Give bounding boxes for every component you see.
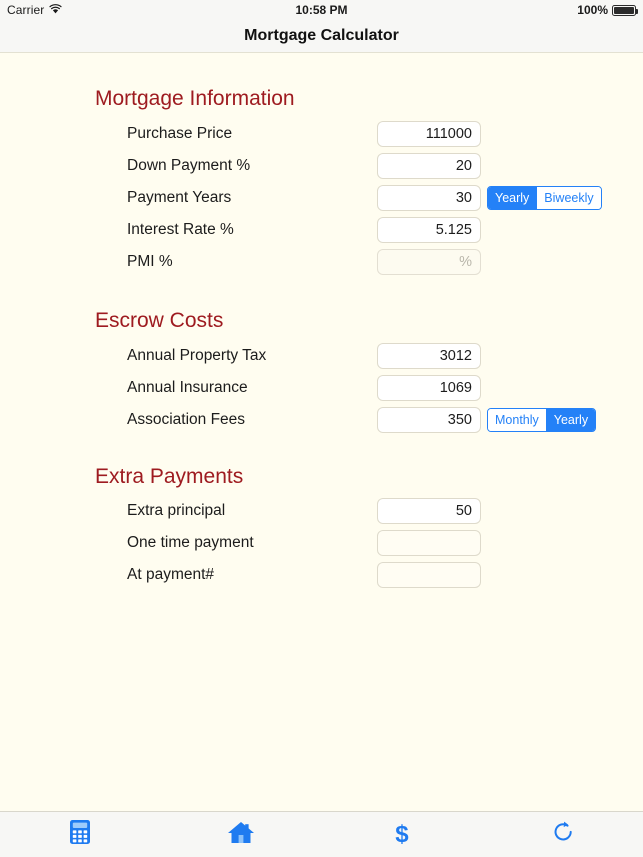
input-extra-principal[interactable]	[377, 498, 481, 524]
tab-reset[interactable]	[482, 812, 643, 857]
label-pmi: PMI %	[127, 253, 173, 270]
row-down-payment: Down Payment %	[0, 153, 643, 179]
row-payment-years: Payment Years Yearly Biweekly	[0, 185, 643, 211]
battery-full-icon	[612, 4, 638, 16]
segment-yearly[interactable]: Yearly	[488, 187, 537, 209]
segment-biweekly[interactable]: Biweekly	[536, 187, 601, 209]
input-payment-years[interactable]	[377, 185, 481, 211]
status-bar-left: Carrier	[7, 3, 62, 17]
wifi-icon	[49, 3, 62, 17]
refresh-icon	[551, 820, 575, 849]
row-annual-insurance: Annual Insurance	[0, 375, 643, 401]
segmented-payment-frequency[interactable]: Yearly Biweekly	[487, 186, 602, 210]
row-association-fees: Association Fees Monthly Yearly	[0, 407, 643, 433]
battery-fill	[614, 6, 634, 14]
navigation-bar: Mortgage Calculator	[0, 20, 643, 53]
label-annual-property-tax: Annual Property Tax	[127, 347, 267, 364]
row-pmi: PMI %	[0, 249, 643, 275]
segment-monthly[interactable]: Monthly	[488, 409, 546, 431]
section-title-escrow-costs: Escrow Costs	[95, 309, 224, 332]
tab-calculator[interactable]	[0, 812, 161, 857]
form-content: Mortgage Information Purchase Price Down…	[0, 53, 643, 811]
input-annual-property-tax[interactable]	[377, 343, 481, 369]
segmented-association-fee-frequency[interactable]: Monthly Yearly	[487, 408, 597, 432]
label-interest-rate: Interest Rate %	[127, 221, 234, 238]
input-at-payment-number[interactable]	[377, 562, 481, 588]
input-annual-insurance[interactable]	[377, 375, 481, 401]
input-one-time-payment[interactable]	[377, 530, 481, 556]
label-purchase-price: Purchase Price	[127, 125, 233, 142]
status-bar-time: 10:58 PM	[295, 3, 348, 17]
tab-payments[interactable]: $	[322, 812, 483, 857]
dollar-icon: $	[395, 820, 409, 848]
home-icon	[227, 820, 255, 850]
input-purchase-price[interactable]	[377, 121, 481, 147]
tab-bar: $	[0, 811, 643, 857]
tab-home[interactable]	[161, 812, 322, 857]
label-association-fees: Association Fees	[127, 411, 246, 428]
status-bar: Carrier 10:58 PM 100%	[0, 0, 643, 20]
input-pmi[interactable]	[377, 249, 481, 275]
row-extra-principal: Extra principal	[0, 498, 643, 524]
row-one-time-payment: One time payment	[0, 530, 643, 556]
label-down-payment: Down Payment %	[127, 157, 251, 174]
mortgage-calculator-app: Carrier 10:58 PM 100% Mortgage Calculato…	[0, 0, 643, 857]
status-bar-right: 100%	[577, 3, 638, 17]
calculator-icon	[69, 819, 91, 850]
input-association-fees[interactable]	[377, 407, 481, 433]
label-extra-principal: Extra principal	[127, 502, 226, 519]
section-title-extra-payments: Extra Payments	[95, 465, 244, 488]
section-title-mortgage-information: Mortgage Information	[95, 87, 295, 110]
label-at-payment-number: At payment#	[127, 566, 215, 583]
row-purchase-price: Purchase Price	[0, 121, 643, 147]
segment-yearly-fees[interactable]: Yearly	[545, 409, 596, 431]
page-title: Mortgage Calculator	[244, 27, 399, 44]
battery-percent-label: 100%	[577, 3, 608, 17]
input-down-payment[interactable]	[377, 153, 481, 179]
row-interest-rate: Interest Rate %	[0, 217, 643, 243]
carrier-label: Carrier	[7, 3, 45, 17]
row-at-payment-number: At payment#	[0, 562, 643, 588]
input-interest-rate[interactable]	[377, 217, 481, 243]
label-one-time-payment: One time payment	[127, 534, 254, 551]
row-annual-property-tax: Annual Property Tax	[0, 343, 643, 369]
label-payment-years: Payment Years	[127, 189, 232, 206]
label-annual-insurance: Annual Insurance	[127, 379, 248, 396]
